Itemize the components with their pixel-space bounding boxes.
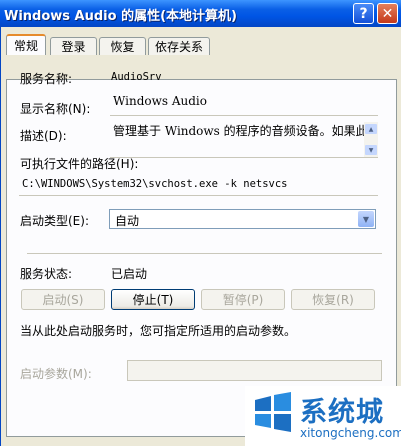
startup-type-select[interactable]: 自动 ▼	[109, 209, 376, 229]
pause-button[interactable]: 暂停(P)	[201, 289, 285, 310]
service-name-label: 服务名称:	[20, 72, 73, 86]
status-value: 已启动	[111, 267, 148, 281]
description-label: 描述(D):	[20, 129, 67, 143]
chevron-down-icon[interactable]: ▼	[358, 211, 374, 227]
description-value: 管理基于 Windows 的程序的音频设备。如果此	[113, 124, 368, 138]
start-button[interactable]: 启动(S)	[21, 289, 105, 310]
stop-button[interactable]: 停止(T)	[111, 289, 195, 310]
path-label: 可执行文件的路径(H):	[20, 157, 139, 171]
description-field[interactable]: 管理基于 Windows 的程序的音频设备。如果此 ▲ ▼	[110, 122, 378, 158]
tab-logon[interactable]: 登录	[50, 37, 97, 55]
scroll-up-icon[interactable]: ▲	[365, 124, 377, 134]
service-name-value: AudioSrv	[111, 71, 162, 83]
start-params-input[interactable]	[127, 360, 382, 381]
tab-panel-general: 服务名称: AudioSrv 显示名称(N): Windows Audio 描述…	[6, 71, 397, 437]
watermark-url: xitongcheng.com	[300, 426, 401, 440]
dialog-body: 常规 登录 恢复 依存关系 服务名称: AudioSrv 显示名称(N): Wi…	[0, 27, 401, 446]
help-button[interactable]: ?	[353, 3, 374, 24]
watermark: 系统城 xitongcheng.com	[245, 386, 401, 446]
title-bar[interactable]: Windows Audio 的属性(本地计算机) ? ✕	[0, 0, 401, 27]
windows-logo-icon	[255, 392, 291, 432]
path-field[interactable]: C:\WINDOWS\System32\svchost.exe -k netsv…	[19, 176, 378, 196]
description-scrollbar[interactable]: ▲ ▼	[364, 122, 378, 157]
scroll-down-icon[interactable]: ▼	[365, 145, 377, 155]
separator	[27, 253, 382, 254]
status-label: 服务状态:	[20, 267, 73, 281]
path-value: C:\WINDOWS\System32\svchost.exe -k netsv…	[22, 178, 288, 190]
tab-recovery[interactable]: 恢复	[99, 37, 146, 55]
display-name-field[interactable]: Windows Audio	[110, 94, 378, 116]
hint-text: 当从此处启动服务时，您可指定所适用的启动参数。	[20, 324, 297, 338]
watermark-text: 系统城	[300, 397, 384, 428]
startup-type-label: 启动类型(E):	[20, 214, 89, 228]
close-button[interactable]: ✕	[377, 3, 398, 24]
window-title: Windows Audio 的属性(本地计算机)	[4, 9, 237, 24]
start-params-label: 启动参数(M):	[20, 367, 92, 381]
help-icon: ?	[359, 5, 368, 22]
display-name-label: 显示名称(N):	[20, 102, 91, 116]
resume-button[interactable]: 恢复(R)	[291, 289, 375, 310]
tab-general[interactable]: 常规	[6, 34, 46, 55]
close-icon: ✕	[381, 5, 394, 22]
tab-dependencies[interactable]: 依存关系	[148, 37, 210, 55]
startup-type-value: 自动	[115, 214, 140, 228]
display-name-value: Windows Audio	[113, 94, 207, 108]
